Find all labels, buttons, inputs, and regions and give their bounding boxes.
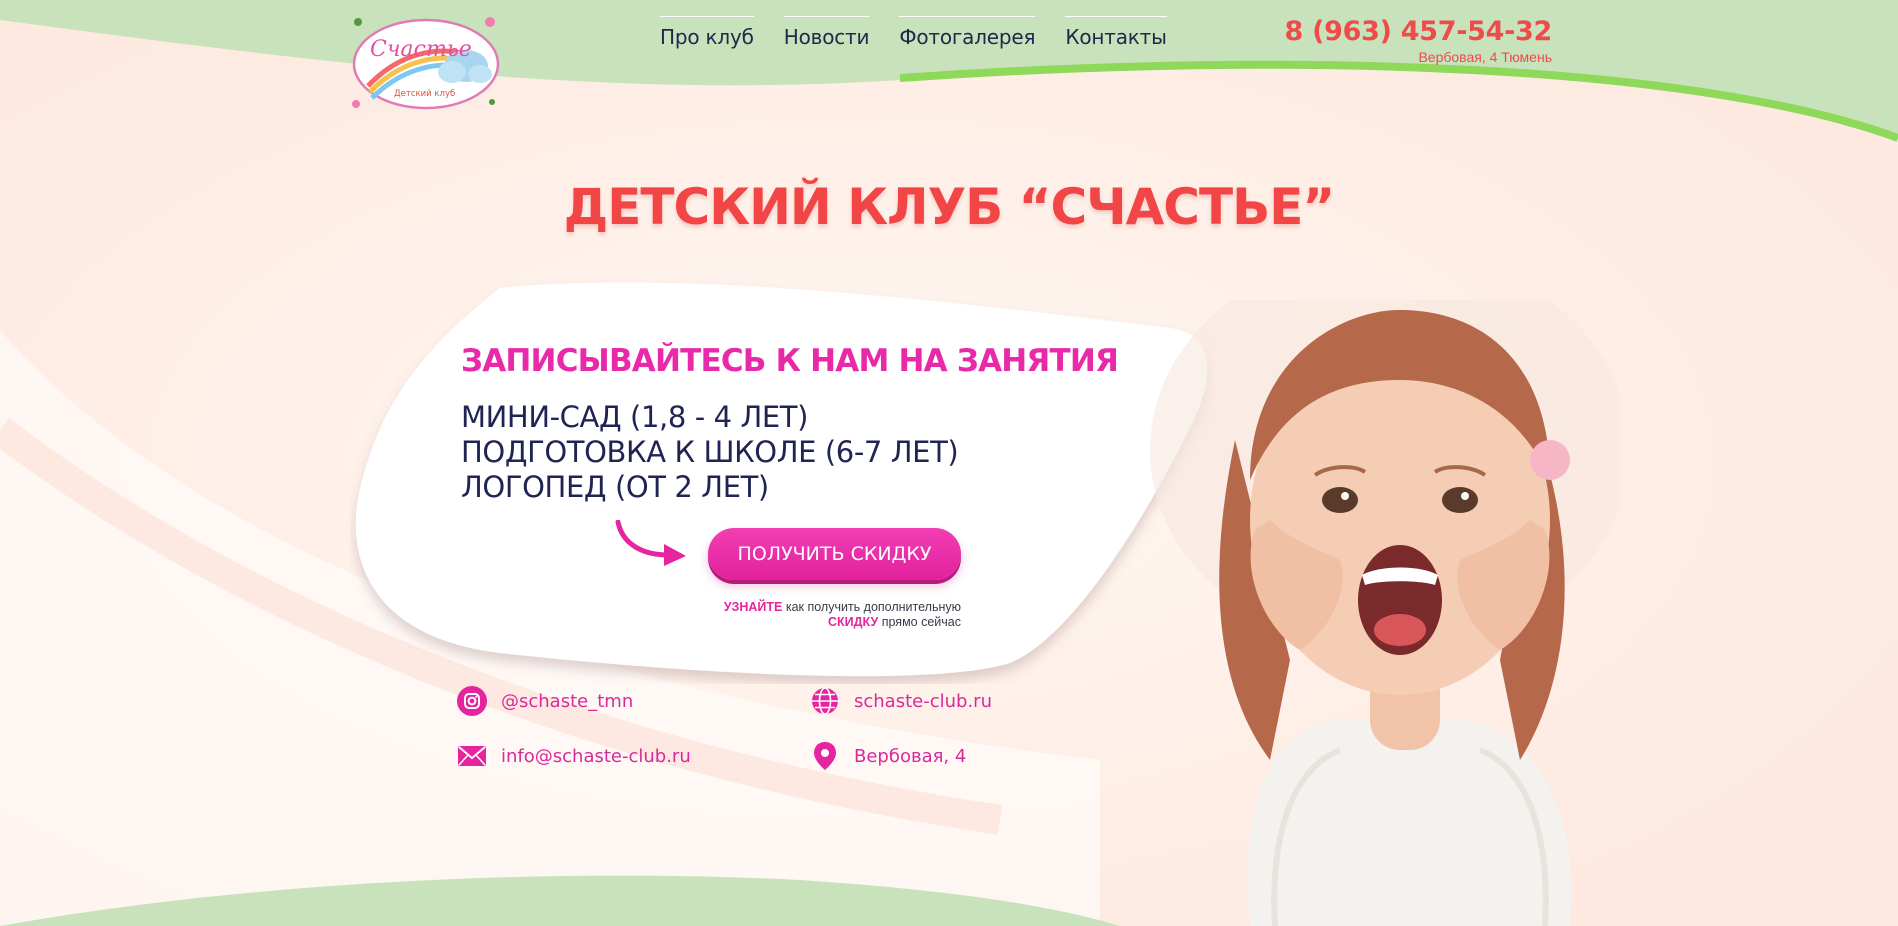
program-list: МИНИ-САД (1,8 - 4 ЛЕТ) ПОДГОТОВКА К ШКОЛ… (461, 400, 959, 505)
contact-email[interactable]: info@schaste-club.ru (457, 741, 691, 771)
program-item: ПОДГОТОВКА К ШКОЛЕ (6-7 ЛЕТ) (461, 435, 959, 469)
note-highlight-learn[interactable]: УЗНАЙТЕ (724, 600, 783, 614)
email-link[interactable]: info@schaste-club.ru (501, 746, 691, 767)
main-nav: Про клуб Новости Фотогалерея Контакты (660, 16, 1167, 49)
nav-link-about[interactable]: Про клуб (660, 16, 754, 49)
note-text-1: как получить дополнительную (785, 600, 961, 614)
location-pin-icon (814, 742, 836, 770)
club-logo[interactable]: Счастье Детский клуб (348, 14, 504, 114)
globe-icon (812, 687, 838, 715)
logo-caption: Детский клуб (394, 89, 455, 99)
discount-note: УЗНАЙТЕ как получить дополнительную СКИД… (724, 600, 961, 630)
contact-instagram[interactable]: @schaste_tmn (457, 686, 633, 716)
signup-heading: ЗАПИСЫВАЙТЕСЬ К НАМ НА ЗАНЯТИЯ (461, 343, 1119, 379)
get-discount-button[interactable]: ПОЛУЧИТЬ СКИДКУ (708, 528, 961, 580)
program-item: ЛОГОПЕД (ОТ 2 ЛЕТ) (461, 470, 769, 504)
contact-website[interactable]: schaste-club.ru (810, 686, 992, 716)
contact-address[interactable]: Вербовая, 4 (810, 741, 966, 771)
nav-link-news[interactable]: Новости (783, 16, 870, 49)
program-item: МИНИ-САД (1,8 - 4 ЛЕТ) (461, 400, 809, 434)
note-text-2: прямо сейчас (881, 615, 961, 629)
header-address: Вербовая, 4 Тюмень (1418, 49, 1552, 65)
instagram-handle[interactable]: @schaste_tmn (501, 691, 633, 712)
instagram-icon (457, 686, 487, 716)
note-highlight-discount[interactable]: СКИДКУ (828, 615, 878, 629)
nav-link-gallery[interactable]: Фотогалерея (899, 16, 1036, 49)
mail-icon (458, 746, 486, 766)
page-title: ДЕТСКИЙ КЛУБ “СЧАСТЬЕ” (563, 178, 1336, 236)
website-link[interactable]: schaste-club.ru (854, 691, 992, 712)
nav-link-contacts[interactable]: Контакты (1065, 16, 1167, 49)
address-text: Вербовая, 4 (854, 745, 967, 767)
logo-script-text: Счастье (370, 37, 472, 62)
header-phone[interactable]: 8 (963) 457-54-32 (1285, 16, 1553, 47)
child-photo (1150, 300, 1620, 926)
arrow-icon (615, 520, 686, 566)
